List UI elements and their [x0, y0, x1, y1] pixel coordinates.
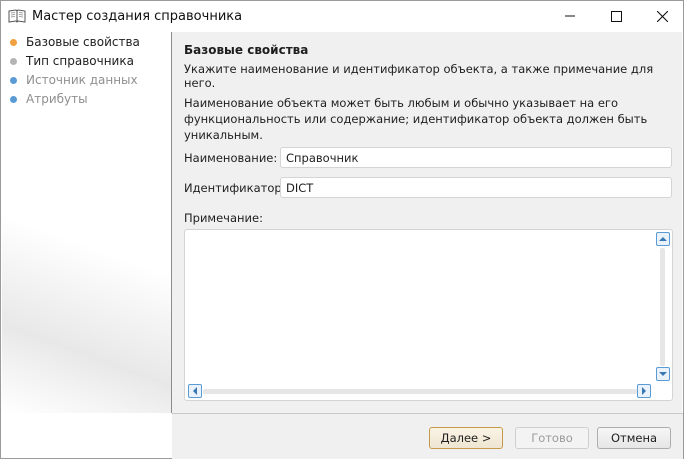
step-dot-icon [10, 57, 17, 65]
close-icon [656, 10, 668, 22]
step-attributes: Атрибуты [10, 90, 88, 108]
page-subtitle: Укажите наименование и идентификатор объ… [184, 62, 654, 90]
wizard-window: Мастер создания справочника Базовые свой… [0, 0, 684, 459]
arrow-up-icon [659, 237, 667, 241]
arrow-left-icon [193, 387, 197, 395]
notes-box [184, 229, 673, 401]
step-data-source: Источник данных [10, 71, 138, 89]
scroll-down-button[interactable] [656, 367, 670, 381]
arrow-right-icon [642, 387, 646, 395]
page-title: Базовые свойства [184, 43, 309, 57]
maximize-button[interactable] [593, 1, 639, 31]
step-directory-type[interactable]: Тип справочника [10, 52, 134, 70]
identifier-label: Идентификатор: [184, 181, 286, 195]
arrow-down-icon [659, 372, 667, 376]
name-field[interactable] [280, 147, 672, 168]
step-label: Источник данных [26, 73, 138, 87]
minimize-icon [565, 15, 575, 17]
content-panel: Базовые свойства Укажите наименование и … [172, 32, 682, 413]
cancel-button[interactable]: Отмена [597, 427, 671, 449]
notes-horizontal-scrollbar[interactable] [185, 383, 655, 400]
notes-vertical-scrollbar[interactable] [654, 230, 672, 385]
minimize-button[interactable] [547, 1, 593, 31]
title-bar: Мастер создания справочника [1, 1, 683, 32]
vertical-scroll-track[interactable] [660, 248, 665, 366]
window-title: Мастер создания справочника [32, 9, 243, 24]
step-label: Базовые свойства [26, 35, 140, 49]
name-label: Наименование: [184, 151, 278, 165]
identifier-field[interactable] [280, 177, 672, 198]
notes-label: Примечание: [184, 211, 263, 225]
horizontal-scroll-track[interactable] [203, 389, 637, 394]
next-button[interactable]: Далее > [429, 427, 503, 449]
page-description: Наименование объекта может быть любым и … [184, 96, 648, 142]
finish-button: Готово [515, 427, 589, 449]
step-current-icon [10, 38, 17, 46]
step-dot-icon [10, 95, 17, 103]
step-dot-icon [10, 76, 17, 84]
steps-panel: Базовые свойства Тип справочника Источни… [2, 32, 171, 413]
scroll-right-button[interactable] [637, 384, 651, 398]
maximize-icon [610, 10, 622, 22]
step-label: Тип справочника [26, 54, 134, 68]
step-label: Атрибуты [26, 92, 88, 106]
footer-bar: Далее > Готово Отмена [172, 414, 683, 459]
notes-field[interactable] [185, 230, 655, 385]
scroll-left-button[interactable] [188, 384, 202, 398]
book-icon [8, 8, 26, 24]
close-button[interactable] [639, 1, 684, 31]
step-basic-properties[interactable]: Базовые свойства [10, 33, 140, 51]
scroll-up-button[interactable] [656, 232, 670, 246]
